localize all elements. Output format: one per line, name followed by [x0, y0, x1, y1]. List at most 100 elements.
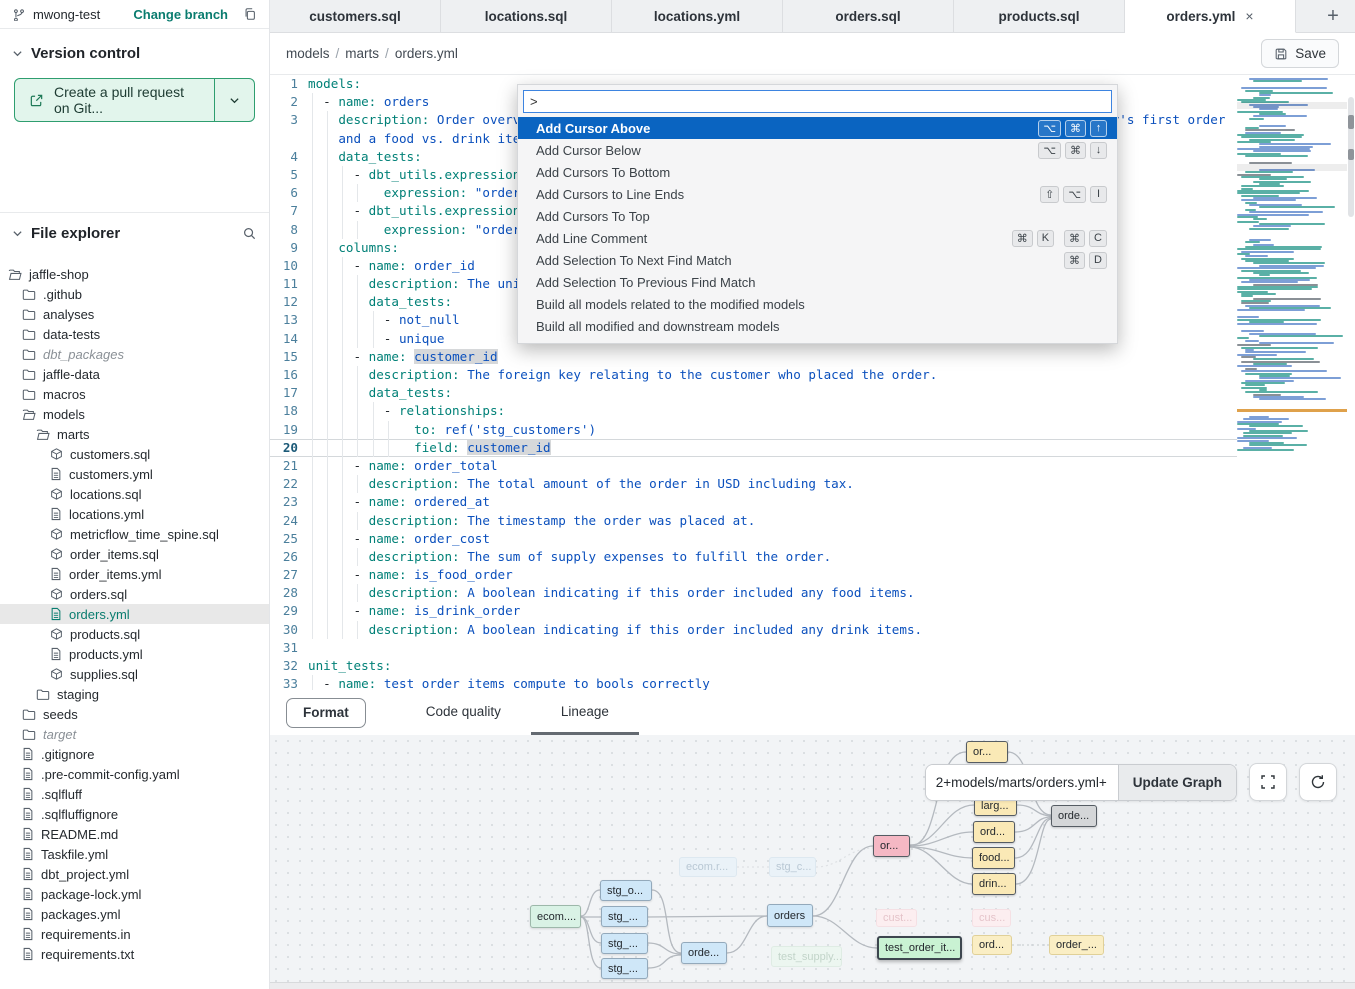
- tree-item-jaffle-shop[interactable]: jaffle-shop: [0, 264, 269, 284]
- palette-item-add-cursors-to-bottom[interactable]: Add Cursors To Bottom: [518, 161, 1117, 183]
- palette-item-add-cursor-above[interactable]: Add Cursor Above⌥⌘↑: [518, 117, 1117, 139]
- tree-item-jaffle-data[interactable]: jaffle-data: [0, 364, 269, 384]
- tree-item-orders.sql[interactable]: orders.sql: [0, 584, 269, 604]
- tree-item-customers.yml[interactable]: customers.yml: [0, 464, 269, 484]
- palette-item-build-all-modified-and-downstream-models[interactable]: Build all modified and downstream models: [518, 315, 1117, 337]
- copy-icon[interactable]: [243, 7, 257, 21]
- tree-item-dbt_project.yml[interactable]: dbt_project.yml: [0, 864, 269, 884]
- create-pr-dropdown[interactable]: [214, 79, 254, 121]
- code-line-18[interactable]: 18- relationships:: [270, 402, 1237, 420]
- lineage-node-or[interactable]: or...: [966, 741, 1008, 763]
- tab-orders.yml[interactable]: orders.yml×: [1125, 0, 1296, 33]
- code-line-24[interactable]: 24description: The timestamp the order w…: [270, 512, 1237, 530]
- lineage-node-stg_[interactable]: stg_...: [601, 958, 648, 979]
- tree-item-package-lock.yml[interactable]: package-lock.yml: [0, 884, 269, 904]
- new-tab-button[interactable]: +: [1311, 0, 1355, 32]
- code-line-21[interactable]: 21- name: order_total: [270, 457, 1237, 475]
- code-line-19[interactable]: 19to: ref('stg_customers'): [270, 421, 1237, 439]
- tree-item-.pre-commit-config.yaml[interactable]: .pre-commit-config.yaml: [0, 764, 269, 784]
- lineage-node-stg_[interactable]: stg_...: [601, 906, 648, 927]
- tree-item-dbt_packages[interactable]: dbt_packages: [0, 344, 269, 364]
- tree-item-marts[interactable]: marts: [0, 424, 269, 444]
- palette-item-add-cursors-to-top[interactable]: Add Cursors To Top: [518, 205, 1117, 227]
- lineage-node-test_order_it[interactable]: test_order_it...: [877, 936, 962, 960]
- breadcrumb-part-orders.yml[interactable]: orders.yml: [395, 46, 458, 61]
- lineage-node-order_[interactable]: order_...: [1049, 935, 1104, 955]
- tree-item-Taskfile.yml[interactable]: Taskfile.yml: [0, 844, 269, 864]
- lineage-node-stg_c[interactable]: stg_c...: [769, 857, 816, 877]
- tree-item-data-tests[interactable]: data-tests: [0, 324, 269, 344]
- palette-item-add-line-comment[interactable]: Add Line Comment⌘K⌘C: [518, 227, 1117, 249]
- tab-locations.yml[interactable]: locations.yml: [612, 0, 783, 32]
- update-graph-button[interactable]: Update Graph: [1118, 765, 1236, 800]
- code-line-17[interactable]: 17data_tests:: [270, 384, 1237, 402]
- code-line-29[interactable]: 29- name: is_drink_order: [270, 602, 1237, 620]
- code-line-30[interactable]: 30description: A boolean indicating if t…: [270, 621, 1237, 639]
- tree-item-packages.yml[interactable]: packages.yml: [0, 904, 269, 924]
- save-button[interactable]: Save: [1261, 39, 1339, 68]
- code-line-28[interactable]: 28description: A boolean indicating if t…: [270, 584, 1237, 602]
- code-line-32[interactable]: 32unit_tests:: [270, 657, 1237, 675]
- tree-item-staging[interactable]: staging: [0, 684, 269, 704]
- palette-item-add-cursors-to-line-ends[interactable]: Add Cursors to Line Ends⇧⌥I: [518, 183, 1117, 205]
- tree-item-customers.sql[interactable]: customers.sql: [0, 444, 269, 464]
- lineage-node-ord[interactable]: ord...: [972, 935, 1012, 955]
- tree-item-order_items.yml[interactable]: order_items.yml: [0, 564, 269, 584]
- version-control-header[interactable]: Version control: [0, 39, 269, 68]
- code-line-15[interactable]: 15- name: customer_id: [270, 348, 1237, 366]
- tree-item-.github[interactable]: .github: [0, 284, 269, 304]
- horizontal-scrollbar-track[interactable]: [270, 982, 1355, 989]
- file-explorer-header[interactable]: File explorer: [0, 213, 269, 248]
- code-line-25[interactable]: 25- name: order_cost: [270, 530, 1237, 548]
- tree-item-products.sql[interactable]: products.sql: [0, 624, 269, 644]
- code-line-26[interactable]: 26description: The sum of supply expense…: [270, 548, 1237, 566]
- palette-item-add-selection-to-next-find-match[interactable]: Add Selection To Next Find Match⌘D: [518, 249, 1117, 271]
- tab-products.sql[interactable]: products.sql: [954, 0, 1125, 32]
- tab-orders.sql[interactable]: orders.sql: [783, 0, 954, 32]
- command-palette-input[interactable]: [523, 90, 1112, 113]
- code-line-16[interactable]: 16description: The foreign key relating …: [270, 366, 1237, 384]
- palette-item-build-all-models-related-to-the-modified-models[interactable]: Build all models related to the modified…: [518, 293, 1117, 315]
- editor-scrollbar[interactable]: [1348, 75, 1354, 690]
- lineage-node-stg_o[interactable]: stg_o...: [600, 880, 652, 901]
- breadcrumb-part-models[interactable]: models: [286, 46, 330, 61]
- format-button[interactable]: Format: [286, 698, 366, 728]
- close-tab-icon[interactable]: ×: [1245, 8, 1253, 24]
- tree-item-.sqlfluff[interactable]: .sqlfluff: [0, 784, 269, 804]
- lineage-node-food[interactable]: food...: [972, 847, 1015, 869]
- refresh-button[interactable]: [1299, 763, 1337, 801]
- tree-item-analyses[interactable]: analyses: [0, 304, 269, 324]
- tree-item-models[interactable]: models: [0, 404, 269, 424]
- lineage-node-ecomr[interactable]: ecom.r...: [679, 857, 737, 877]
- tree-item-README.md[interactable]: README.md: [0, 824, 269, 844]
- tab-code-quality[interactable]: Code quality: [396, 690, 531, 735]
- code-line-23[interactable]: 23- name: ordered_at: [270, 493, 1237, 511]
- tree-item-requirements.txt[interactable]: requirements.txt: [0, 944, 269, 964]
- tree-item-seeds[interactable]: seeds: [0, 704, 269, 724]
- code-line-33[interactable]: 33- name: test_order_items_compute_to_bo…: [270, 675, 1237, 690]
- lineage-node-ecom[interactable]: ecom....: [530, 905, 581, 928]
- tree-item-locations.yml[interactable]: locations.yml: [0, 504, 269, 524]
- code-line-22[interactable]: 22description: The total amount of the o…: [270, 475, 1237, 493]
- minimap[interactable]: [1237, 78, 1347, 452]
- palette-item-add-selection-to-previous-find-match[interactable]: Add Selection To Previous Find Match: [518, 271, 1117, 293]
- tab-customers.sql[interactable]: customers.sql: [270, 0, 441, 32]
- lineage-node-stg_[interactable]: stg_...: [601, 933, 648, 954]
- tree-item-orders.yml[interactable]: orders.yml: [0, 604, 269, 624]
- tree-item-.sqlfluffignore[interactable]: .sqlfluffignore: [0, 804, 269, 824]
- lineage-node-ord[interactable]: ord...: [973, 821, 1015, 843]
- lineage-node-cust[interactable]: cust...: [876, 909, 917, 927]
- tree-item-supplies.sql[interactable]: supplies.sql: [0, 664, 269, 684]
- create-pr-button-main[interactable]: Create a pull request on Git...: [15, 79, 214, 121]
- search-icon[interactable]: [242, 226, 257, 241]
- tree-item-products.yml[interactable]: products.yml: [0, 644, 269, 664]
- breadcrumb-part-marts[interactable]: marts: [345, 46, 379, 61]
- palette-item-add-cursor-below[interactable]: Add Cursor Below⌥⌘↓: [518, 139, 1117, 161]
- tree-item-target[interactable]: target: [0, 724, 269, 744]
- tree-item-.gitignore[interactable]: .gitignore: [0, 744, 269, 764]
- tree-item-macros[interactable]: macros: [0, 384, 269, 404]
- create-pr-button[interactable]: Create a pull request on Git...: [14, 78, 255, 122]
- lineage-node-orde[interactable]: orde...: [681, 942, 727, 964]
- lineage-node-orde[interactable]: orde...: [1051, 805, 1097, 827]
- code-line-31[interactable]: 31: [270, 639, 1237, 657]
